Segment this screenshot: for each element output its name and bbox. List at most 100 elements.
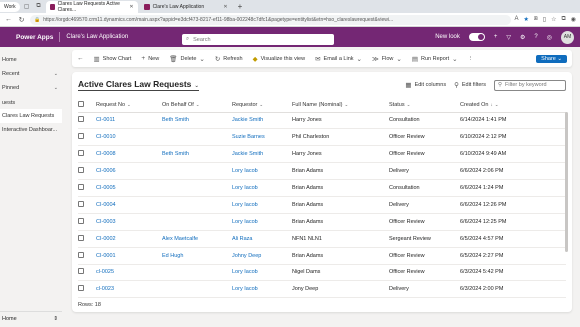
table-cell[interactable]: Lory Iacob <box>232 280 292 299</box>
table-cell[interactable]: Lory Iacob <box>232 264 292 282</box>
row-checkbox[interactable] <box>78 179 96 197</box>
filter-keyword-input[interactable]: ⚲ Filter by keyword <box>494 79 566 91</box>
table-row[interactable]: cl-0025 Lory Iacob Nigel Dams Officer Revie… <box>78 264 566 282</box>
table-cell[interactable]: CI-0003 <box>96 213 162 231</box>
back-icon[interactable]: ← <box>4 16 13 23</box>
delete-button[interactable]: 🗑 Delete ⌄ <box>169 55 205 63</box>
profile-button[interactable]: Work <box>0 1 20 12</box>
table-cell[interactable]: CI-0008 <box>96 145 162 164</box>
refresh-icon[interactable]: ↻ <box>17 16 26 24</box>
row-checkbox[interactable] <box>78 247 96 265</box>
table-cell[interactable]: Jackie Smith <box>232 145 292 164</box>
table-cell[interactable]: Alex Maetcalfe <box>162 230 232 248</box>
view-selector[interactable]: Active Clares Law Requests ⌄ <box>78 79 199 91</box>
row-checkbox[interactable] <box>78 280 96 299</box>
table-cell[interactable] <box>162 128 232 147</box>
chevron-down-icon[interactable]: ⌄ <box>357 55 362 63</box>
row-checkbox[interactable] <box>78 213 96 231</box>
copilot-icon[interactable]: ◎ <box>547 34 552 41</box>
table-cell[interactable]: Jackie Smith <box>232 112 292 130</box>
row-checkbox[interactable] <box>78 264 96 282</box>
table-cell[interactable]: Beth Smith <box>162 145 232 164</box>
table-cell[interactable]: CI-0006 <box>96 162 162 181</box>
table-cell[interactable]: Ali Raza <box>232 230 292 248</box>
table-row[interactable]: CI-0002 Alex Maetcalfe Ali Raza NFN1 NLN1 Se… <box>78 230 566 248</box>
edit-columns-button[interactable]: ▦ Edit columns <box>405 81 446 89</box>
column-header[interactable]: Requestor ⌄ <box>232 98 292 113</box>
select-all-checkbox[interactable] <box>78 98 96 113</box>
column-header[interactable]: Status ⌄ <box>389 98 460 113</box>
help-icon[interactable]: ? <box>534 34 537 40</box>
table-cell[interactable] <box>162 213 232 231</box>
flow-button[interactable]: ≫ Flow ⌄ <box>372 55 402 63</box>
table-cell[interactable] <box>162 196 232 214</box>
visualize-button[interactable]: ◆ Visualize this view <box>253 55 306 63</box>
row-checkbox[interactable] <box>78 128 96 147</box>
table-row[interactable]: CI-0010 Suzie Barnes Phil Charleston Office… <box>78 128 566 147</box>
settings-gear-icon[interactable]: ⚙ <box>520 34 525 41</box>
table-cell[interactable] <box>162 179 232 197</box>
workspaces-icon[interactable]: ▢ <box>22 2 32 12</box>
refresh-button[interactable]: ↻ Refresh <box>215 55 243 63</box>
table-cell[interactable]: cl-0025 <box>96 264 162 282</box>
table-row[interactable]: CI-0006 Lory Iacob Brian Adams Delivery 6/6/… <box>78 162 566 181</box>
back-button[interactable]: ← <box>77 55 84 62</box>
sidebar-item-recent[interactable]: Recent ⌄ <box>0 67 62 81</box>
app-name[interactable]: Clare's Law Application <box>66 34 128 40</box>
favorites-icon[interactable]: ☆ <box>551 16 556 23</box>
table-cell[interactable]: CI-0001 <box>96 247 162 265</box>
table-cell[interactable]: Ed Hugh <box>162 247 232 265</box>
font-size-icon[interactable]: A <box>515 16 519 23</box>
table-cell[interactable] <box>162 162 232 181</box>
table-cell[interactable]: Lory Iacob <box>232 196 292 214</box>
column-header[interactable]: On Behalf Of ⌄ <box>162 98 232 113</box>
table-cell[interactable]: Beth Smith <box>162 112 232 130</box>
table-cell[interactable]: Lory Iacob <box>232 179 292 197</box>
column-header[interactable]: Request No ⌄ <box>96 98 162 113</box>
row-checkbox[interactable] <box>78 145 96 164</box>
sidebar-item-interactive-dashboards[interactable]: Interactive Dashboar... <box>0 123 62 137</box>
tab-actions-icon[interactable]: ⧉ <box>34 2 44 12</box>
filter-icon[interactable]: ▽ <box>506 34 511 41</box>
table-row[interactable]: CI-0008 Beth Smith Jackie Smith Harry Jones… <box>78 145 566 164</box>
table-cell[interactable] <box>162 264 232 282</box>
more-commands-icon[interactable]: ⋮ <box>468 56 474 62</box>
area-switcher[interactable]: Home ⇕ <box>0 311 62 325</box>
close-tab-icon[interactable]: ✕ <box>129 4 133 10</box>
table-cell[interactable]: Lory Iacob <box>232 213 292 231</box>
row-checkbox[interactable] <box>78 162 96 181</box>
table-cell[interactable]: Suzie Barnes <box>232 128 292 147</box>
brand-title[interactable]: Power Apps <box>16 34 53 41</box>
show-chart-button[interactable]: ▥ Show Chart <box>94 55 132 63</box>
browser-tab-active[interactable]: Clares Law Requests Active Clares... ✕ <box>45 0 138 13</box>
new-look-toggle[interactable] <box>468 33 485 41</box>
split-screen-icon[interactable]: ▯ <box>543 16 546 23</box>
share-button[interactable]: Share ⌄ <box>536 54 567 63</box>
copilot-icon[interactable]: ◉ <box>571 16 576 23</box>
avatar[interactable]: AM <box>561 30 574 44</box>
add-icon[interactable]: + <box>494 34 498 40</box>
email-link-button[interactable]: ✉ Email a Link ⌄ <box>315 55 362 63</box>
row-checkbox[interactable] <box>78 112 96 130</box>
sidebar-item-home[interactable]: Home <box>0 53 62 67</box>
table-row[interactable]: CI-0003 Lory Iacob Brian Adams Officer Revi… <box>78 213 566 231</box>
table-cell[interactable]: CI-0011 <box>96 112 162 130</box>
extensions-icon[interactable]: ⧈ <box>534 16 538 23</box>
row-checkbox[interactable] <box>78 230 96 248</box>
close-tab-icon[interactable]: ✕ <box>223 4 227 10</box>
global-search-input[interactable]: ⌕ Search <box>182 34 334 45</box>
url-field[interactable]: 🔒 https://orgdc469570.crm11.dynamics.com… <box>30 14 511 25</box>
table-row[interactable]: CI-0011 Beth Smith Jackie Smith Harry Jones… <box>78 112 566 130</box>
collections-icon[interactable]: ⧉ <box>561 16 565 23</box>
table-cell[interactable]: CI-0005 <box>96 179 162 197</box>
browser-tab[interactable]: Clare's Law Application ✕ <box>140 1 232 13</box>
sidebar-item-pinned[interactable]: Pinned ⌄ <box>0 81 62 95</box>
new-button[interactable]: + New <box>141 55 159 62</box>
run-report-button[interactable]: ▤ Run Report ⌄ <box>412 55 458 63</box>
table-cell[interactable]: Lory Iacob <box>232 162 292 181</box>
table-row[interactable]: CI-0004 Lory Iacob Brian Adams Delivery 6/6/… <box>78 196 566 214</box>
column-header[interactable]: Created On ↓ ⌄ <box>460 98 566 113</box>
new-tab-button[interactable]: + <box>234 2 247 11</box>
table-cell[interactable]: CI-0010 <box>96 128 162 147</box>
table-cell[interactable]: CI-0004 <box>96 196 162 214</box>
